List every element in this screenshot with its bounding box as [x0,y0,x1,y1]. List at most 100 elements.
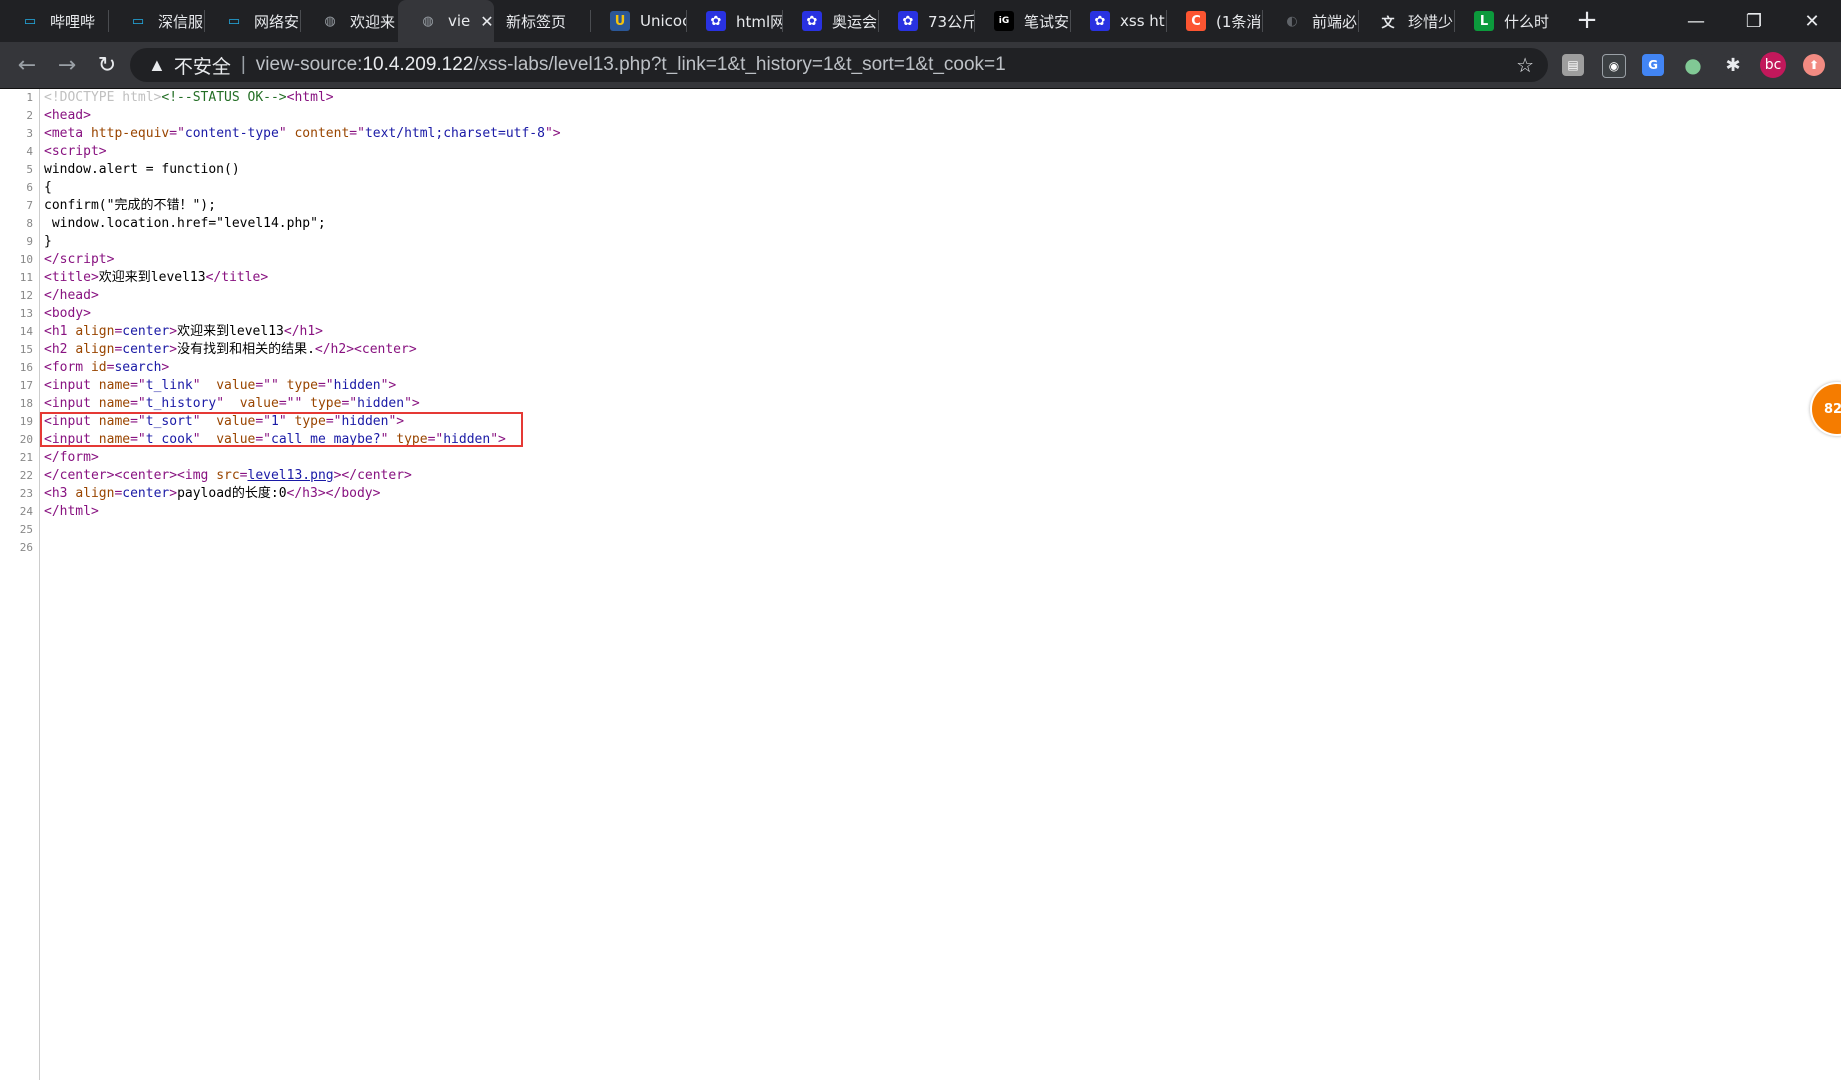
tab-label: 新标签页 [506,12,567,31]
tab-label: 深信服 [158,12,204,31]
source-line: 25 [19,523,33,536]
url-path: /xss-labs/level13.php?t_link=1&t_history… [473,54,1006,75]
tab-new-tab[interactable]: 新标签页 [494,0,590,42]
tab-csdn[interactable]: C (1条消 [1166,0,1262,42]
tab-label: 欢迎来 [350,12,396,31]
separator: | [240,54,246,75]
restore-button[interactable]: ❐ [1725,0,1783,42]
source-line: 14 <h1 align=center>欢迎来到level13</h1> [19,324,324,339]
tab-html[interactable]: ✿ html网 [686,0,782,42]
puzzle-extensions-icon[interactable]: ✱ [1722,54,1744,76]
new-tab-button[interactable]: + [1572,6,1602,36]
source-line: 11 <title>欢迎来到level13</title> [19,270,269,285]
source-line: 23 <h3 align=center>payload的长度:0</h3></bo… [19,486,381,501]
tab-shenxinfu[interactable]: ▭ 深信服 [108,0,204,42]
tab-when[interactable]: L 什么时 [1454,0,1550,42]
source-line: 8 window.location.href="level14.php"; [26,216,326,231]
tab-xss-html[interactable]: ✿ xss htr [1070,0,1166,42]
tab-label: 奥运会 [832,12,878,31]
source-line: 18 <input name="t_history" value="" type=… [19,396,420,411]
csdn-icon: C [1186,11,1206,31]
green-l-icon: L [1474,11,1494,31]
bilibili-icon: ▭ [131,13,145,29]
tab-label: 哔哩哔 [50,12,96,31]
source-line: 4 <script> [26,144,107,159]
tab-written-test[interactable]: iG 笔试安 [974,0,1070,42]
source-line: 9} [26,234,52,249]
tab-network-security[interactable]: ▭ 网络安 [204,0,300,42]
tab-label: 前端必 [1312,12,1358,31]
tab-73kg[interactable]: ✿ 73公斤 [878,0,974,42]
green-dot-extension-icon[interactable]: ● [1682,53,1704,77]
baidu-icon: ✿ [706,11,726,31]
tab-label: 什么时 [1504,12,1550,31]
update-icon[interactable]: ⬆ [1803,54,1825,76]
bookmark-star-icon[interactable]: ☆ [1516,53,1534,78]
tab-label: (1条消 [1216,12,1262,31]
tab-welcome[interactable]: ◍ 欢迎来 [300,0,396,42]
close-icon: ✕ [1804,10,1820,32]
reload-button[interactable]: ↻ [92,50,122,80]
source-line: 13 <body> [19,306,91,321]
tab-unicode[interactable]: U Unicoc [590,0,686,42]
source-line: 6{ [26,180,52,195]
back-button[interactable]: ← [12,50,42,80]
view-source-page: 1 <!DOCTYPE html><!--STATUS OK--><html> 2… [0,89,1841,1080]
url-host: 10.4.209.122 [362,54,474,75]
translate-icon: 文 [1381,15,1395,31]
arrow-left-icon: ← [17,52,37,78]
github-icon: ◐ [1286,13,1298,29]
source-line: 16 <form id=search> [19,360,170,375]
tab-view-source[interactable]: ◍ vie ✕ [398,0,494,42]
tab-label: Unicoc [640,12,686,30]
source-line: 15 <h2 align=center>没有找到和相关的结果.</h2><cent… [19,342,417,357]
warning-icon: ▲ [148,54,166,75]
tab-label: 珍惜少 [1408,12,1454,31]
source-line: 17 <input name="t_link" value="" type="hi… [19,378,397,393]
highlight-box [40,412,523,447]
source-line: 21 </form> [19,450,99,465]
tab-olympics[interactable]: ✿ 奥运会 [782,0,878,42]
close-tab-icon[interactable]: ✕ [480,12,493,31]
tab-label: 网络安 [254,12,300,31]
minimize-button[interactable]: — [1667,0,1725,42]
address-bar[interactable]: ▲ 不安全 | view-source: 10.4.209.122/xss-lab… [130,48,1548,82]
source-line: 26 [19,541,33,554]
tab-strip: ▭ 哔哩哔 ▭ 深信服 ▭ 网络安 ◍ 欢迎来 ◍ vie ✕ 新标签页 U U… [0,0,1841,42]
baidu-icon: ✿ [1090,11,1110,31]
pdf-extension-icon[interactable]: ▤ [1562,54,1584,76]
unicode-icon: U [610,11,630,31]
reader-extension-icon[interactable]: ◉ [1602,54,1626,78]
tab-bilibili[interactable]: ▭ 哔哩哔 [0,0,108,42]
restore-icon: ❐ [1745,10,1763,32]
source-line: 12 </head> [19,288,99,303]
minimize-icon: — [1687,10,1705,32]
arrow-right-icon: → [57,52,77,78]
tab-cherish[interactable]: 文 珍惜少 [1358,0,1454,42]
globe-icon: ◍ [422,13,434,29]
close-window-button[interactable]: ✕ [1783,0,1841,42]
source-line: 3 <meta http-equiv="content-type" content… [26,126,561,141]
url-prefix: view-source: [255,54,363,75]
tab-label: html网 [736,12,782,31]
dark-site-icon: iG [994,11,1014,31]
forward-button[interactable]: → [52,50,82,80]
baidu-icon: ✿ [802,11,822,31]
source-line: 22 </center><center><img src=level13.png>… [19,468,412,483]
tab-label: vie [448,12,471,30]
image-source-link[interactable]: level13.png [248,468,334,483]
source-line: 2 <head> [26,108,91,123]
browser-toolbar: ← → ↻ ▲ 不安全 | view-source: 10.4.209.122/x… [0,42,1841,89]
bilibili-icon: ▭ [23,13,37,29]
tab-label: 73公斤 [928,12,974,31]
security-status[interactable]: 不安全 [174,52,231,79]
profile-avatar[interactable]: bc [1760,52,1786,78]
globe-icon: ◍ [324,13,336,29]
reload-icon: ↻ [97,52,117,78]
tab-frontend[interactable]: ◐ 前端必 [1262,0,1358,42]
source-line: 7 confirm("完成的不错！"); [26,198,216,213]
source-line: 24 </html> [19,504,99,519]
source-line: 5 window.alert = function() [26,162,240,177]
source-line: 10 </script> [19,252,115,267]
translate-extension-icon[interactable]: G [1642,54,1664,76]
